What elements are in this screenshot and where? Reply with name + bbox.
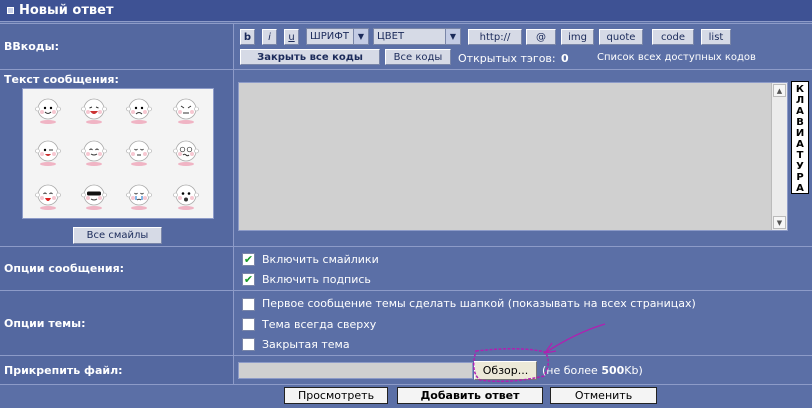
file-size-limit-suffix: Kb) bbox=[624, 364, 643, 377]
title-square-icon bbox=[7, 7, 14, 14]
sticky-topic-label: Тема всегда сверху bbox=[262, 318, 377, 331]
form-title: Новый ответ bbox=[19, 3, 114, 18]
topic-options-row: Опции темы: Первое сообщение темы сделат… bbox=[0, 290, 812, 355]
chevron-down-icon: ▼ bbox=[445, 29, 460, 44]
file-size-limit-value: 500 bbox=[601, 364, 625, 377]
wink-icon[interactable] bbox=[33, 137, 63, 167]
keyboard-letter: А bbox=[796, 106, 804, 117]
tongue-icon[interactable] bbox=[33, 181, 63, 211]
pin-first-post-checkbox[interactable] bbox=[242, 298, 255, 311]
pin-first-post-label: Первое сообщение темы сделать шапкой (по… bbox=[262, 297, 696, 310]
img-button[interactable]: img bbox=[561, 29, 594, 45]
keyboard-letter: Р bbox=[796, 172, 804, 183]
font-select-value: ШРИФТ bbox=[310, 31, 349, 42]
close-all-tags-button[interactable]: Закрыть все коды bbox=[240, 49, 380, 65]
message-options-row: Опции сообщения: ✔ Включить смайлики ✔ В… bbox=[0, 246, 812, 290]
list-button[interactable]: list bbox=[701, 29, 731, 45]
scroll-down-icon[interactable]: ▼ bbox=[773, 216, 786, 229]
open-tags-count: 0 bbox=[561, 52, 569, 65]
keyboard-letter: К bbox=[795, 84, 805, 95]
dizzy-icon[interactable] bbox=[171, 137, 201, 167]
form-title-bar: Новый ответ bbox=[0, 0, 812, 22]
cry-icon[interactable] bbox=[124, 181, 154, 211]
happy-icon[interactable] bbox=[79, 137, 109, 167]
smilies-panel bbox=[22, 88, 214, 219]
message-row: Текст сообщения: Все смайлы ▲ ▼ К Л А В … bbox=[0, 69, 812, 246]
bbcodes-label: BBкоды: bbox=[0, 24, 234, 69]
closed-topic-checkbox[interactable] bbox=[242, 338, 255, 351]
bold-button[interactable]: b bbox=[240, 29, 255, 45]
keyboard-letter: И bbox=[795, 128, 805, 139]
quote-button[interactable]: quote bbox=[599, 29, 643, 45]
enable-smilies-label: Включить смайлики bbox=[262, 253, 379, 266]
color-select-value: ЦВЕТ bbox=[377, 31, 405, 42]
all-codes-list-link[interactable]: Список всех доступных кодов bbox=[597, 52, 756, 63]
keyboard-letter: В bbox=[796, 117, 804, 128]
keyboard-letter: У bbox=[796, 161, 804, 172]
message-textarea[interactable]: ▲ ▼ bbox=[238, 82, 788, 231]
blush-icon[interactable] bbox=[124, 137, 154, 167]
file-size-limit-prefix: (не более bbox=[542, 364, 602, 377]
all-smilies-button[interactable]: Все смайлы bbox=[73, 227, 162, 244]
surprised-icon[interactable] bbox=[171, 181, 201, 211]
bbcodes-row: BBкоды: b i u ШРИФТ ▼ ЦВЕТ ▼ http:// @ i… bbox=[0, 23, 812, 69]
enable-signature-label: Включить подпись bbox=[262, 273, 371, 286]
angry-icon[interactable] bbox=[171, 95, 201, 125]
sticky-topic-checkbox[interactable] bbox=[242, 318, 255, 331]
chevron-down-icon: ▼ bbox=[353, 29, 368, 44]
browse-button[interactable]: Обзор... bbox=[474, 361, 537, 380]
url-button[interactable]: http:// bbox=[468, 29, 522, 45]
all-codes-button[interactable]: Все коды bbox=[385, 49, 451, 65]
sad-icon[interactable] bbox=[124, 95, 154, 125]
enable-smilies-checkbox[interactable]: ✔ bbox=[242, 253, 255, 266]
attach-file-label: Прикрепить файл: bbox=[0, 356, 234, 384]
cancel-button[interactable]: Отменить bbox=[550, 387, 657, 404]
keyboard-letter: А bbox=[796, 183, 804, 194]
textarea-scrollbar[interactable]: ▲ ▼ bbox=[771, 83, 787, 230]
italic-button[interactable]: i bbox=[262, 29, 277, 45]
virtual-keyboard-button[interactable]: К Л А В И А Т У Р А bbox=[791, 81, 809, 194]
file-path-input[interactable] bbox=[238, 362, 473, 379]
cool-icon[interactable] bbox=[79, 181, 109, 211]
topic-options-label: Опции темы: bbox=[0, 291, 234, 355]
email-button[interactable]: @ bbox=[526, 29, 556, 45]
color-select[interactable]: ЦВЕТ ▼ bbox=[373, 28, 461, 45]
submit-reply-button[interactable]: Добавить ответ bbox=[397, 387, 543, 404]
font-select[interactable]: ШРИФТ ▼ bbox=[306, 28, 369, 45]
code-button[interactable]: code bbox=[652, 29, 694, 45]
closed-topic-label: Закрытая тема bbox=[262, 338, 350, 351]
preview-button[interactable]: Просмотреть bbox=[284, 387, 388, 404]
laugh-icon[interactable] bbox=[79, 95, 109, 125]
message-options-label: Опции сообщения: bbox=[0, 247, 234, 290]
keyboard-letter: Т bbox=[796, 150, 804, 161]
keyboard-letter: А bbox=[796, 139, 804, 150]
keyboard-letter: Л bbox=[795, 95, 805, 106]
open-tags-label: Открытых тэгов: bbox=[458, 52, 556, 65]
file-size-limit: (не более 500Kb) bbox=[542, 364, 643, 377]
attach-file-row: Прикрепить файл: Обзор... (не более 500K… bbox=[0, 355, 812, 384]
scroll-up-icon[interactable]: ▲ bbox=[773, 84, 786, 97]
smiley-icon[interactable] bbox=[33, 95, 63, 125]
action-buttons-row: Просмотреть Добавить ответ Отменить bbox=[0, 384, 812, 408]
enable-signature-checkbox[interactable]: ✔ bbox=[242, 273, 255, 286]
message-label: Текст сообщения: bbox=[4, 73, 119, 86]
underline-button[interactable]: u bbox=[284, 29, 299, 45]
